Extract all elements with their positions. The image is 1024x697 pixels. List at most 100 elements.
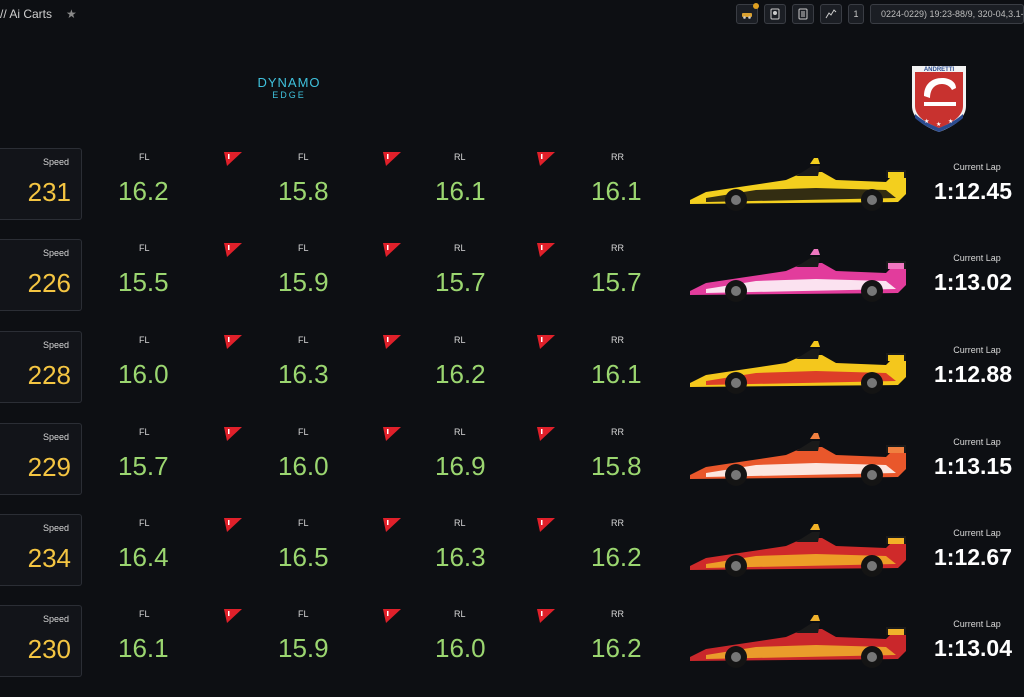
toolbar-right: 1 0224-0229) 19:23-88/9, 320-04,3.1-9(1	[736, 3, 1024, 24]
current-lap-time: 1:13.15	[934, 453, 1013, 479]
race-car-image	[690, 341, 906, 394]
tire-pressure-value: 16.5	[278, 542, 329, 572]
tire-pressure-value: 16.1	[118, 633, 169, 663]
warning-flag-icon[interactable]	[537, 518, 555, 532]
car-row[interactable]: Speed 226 FL 15.5 FL 15.9 RL 15.7 RR 15.7 Current …	[0, 239, 1024, 331]
current-lap-time: 1:12.67	[934, 544, 1013, 570]
tire-pressure-value: 15.5	[118, 267, 169, 297]
tire-pressure-value: 16.1	[435, 176, 486, 206]
tire-pressure-value: 16.0	[278, 451, 329, 481]
current-lap-label: Current Lap	[953, 437, 1001, 447]
speed-box: Speed 230	[0, 605, 82, 677]
warning-flag-icon[interactable]	[224, 427, 242, 441]
current-lap-time: 1:12.88	[934, 361, 1013, 387]
current-lap-label: Current Lap	[953, 619, 1001, 629]
car-row[interactable]: Speed 234 FL 16.4 FL 16.5 RL 16.3 RR 16.2 Current …	[0, 514, 1024, 606]
warning-flag-icon[interactable]	[224, 518, 242, 532]
race-car-image	[690, 158, 906, 211]
tire-label: FL	[298, 427, 309, 437]
document-button[interactable]	[792, 4, 814, 24]
speed-label: Speed	[42, 523, 69, 533]
car-row[interactable]: Speed 231 FL 16.2 FL 15.8 RL 16.1 RR 16.1 Current …	[0, 148, 1024, 240]
warning-flag-icon[interactable]	[537, 243, 555, 257]
race-car-image	[690, 615, 906, 668]
tire-pressure-value: 16.3	[278, 359, 329, 389]
tire-label: RR	[611, 518, 624, 528]
tire-pressure-value: 16.9	[435, 451, 486, 481]
current-lap-time: 1:12.45	[934, 178, 1013, 204]
tire-label: RR	[611, 152, 624, 162]
tire-pressure-value: 16.0	[435, 633, 486, 663]
warning-flag-icon[interactable]	[383, 518, 401, 532]
time-text: 0224-0229) 19:23-88/9, 320-04,3.1-9(1	[881, 9, 1024, 19]
speed-value: 234	[27, 543, 71, 573]
team-logo-text: ANDRETTI	[924, 67, 955, 73]
speed-box: Speed 234	[0, 514, 82, 586]
tire-label: FL	[139, 152, 150, 162]
current-lap-label: Current Lap	[953, 345, 1001, 355]
tire-label: RR	[611, 427, 624, 437]
tire-label: FL	[139, 335, 150, 345]
warning-flag-icon[interactable]	[383, 243, 401, 257]
current-lap-label: Current Lap	[953, 253, 1001, 263]
speed-value: 228	[27, 360, 71, 390]
warning-flag-icon[interactable]	[383, 609, 401, 623]
breadcrumb[interactable]: // Ai Carts	[0, 7, 52, 21]
speed-box: Speed 229	[0, 423, 82, 495]
tire-label: RL	[454, 518, 466, 528]
tire-label: FL	[298, 243, 309, 253]
warning-flag-icon[interactable]	[537, 427, 555, 441]
speed-label: Speed	[42, 614, 69, 624]
warning-flag-icon[interactable]	[537, 152, 555, 166]
speed-label: Speed	[42, 157, 69, 167]
car-row[interactable]: Speed 230 FL 16.1 FL 15.9 RL 16.0 RR 16.2 Current …	[0, 605, 1024, 697]
warning-flag-icon[interactable]	[383, 335, 401, 349]
tire-label: FL	[139, 243, 150, 253]
car-row[interactable]: Speed 229 FL 15.7 FL 16.0 RL 16.9 RR 15.8 Current …	[0, 423, 1024, 515]
speed-value: 229	[27, 452, 71, 482]
record-icon	[770, 8, 780, 20]
tire-label: FL	[298, 518, 309, 528]
svg-text:★: ★	[924, 118, 929, 125]
race-car-image	[690, 524, 906, 577]
speed-box: Speed 228	[0, 331, 82, 403]
warning-flag-icon[interactable]	[224, 609, 242, 623]
tire-label: FL	[298, 335, 309, 345]
tire-label: FL	[139, 427, 150, 437]
tire-pressure-value: 16.0	[118, 359, 169, 389]
record-button[interactable]	[764, 4, 786, 24]
race-car-image	[690, 249, 906, 302]
tire-pressure-value: 15.7	[118, 451, 169, 481]
warning-flag-icon[interactable]	[383, 427, 401, 441]
warning-flag-icon[interactable]	[224, 243, 242, 257]
tire-label: RR	[611, 243, 624, 253]
notifications-button[interactable]	[736, 3, 759, 24]
tire-label: FL	[298, 152, 309, 162]
warning-flag-icon[interactable]	[383, 152, 401, 166]
top-bar: // Ai Carts ★ 1 0224-0229) 19:23-88/9, 3…	[0, 0, 1024, 28]
tire-label: RL	[454, 243, 466, 253]
time-readout[interactable]: 0224-0229) 19:23-88/9, 320-04,3.1-9(1	[870, 4, 1024, 24]
tire-pressure-value: 15.9	[278, 267, 329, 297]
tire-pressure-value: 15.8	[591, 451, 642, 481]
sponsor-logo: DYNAMO EDGE	[252, 76, 326, 101]
warning-flag-icon[interactable]	[224, 152, 242, 166]
warning-flag-icon[interactable]	[537, 609, 555, 623]
tire-pressure-value: 15.9	[278, 633, 329, 663]
current-lap-label: Current Lap	[953, 162, 1001, 172]
car-alert-icon	[742, 13, 752, 19]
tire-pressure-value: 15.7	[435, 267, 486, 297]
layout-button[interactable]	[820, 4, 842, 24]
tire-label: RR	[611, 609, 624, 619]
count-badge[interactable]: 1	[848, 4, 864, 24]
favorite-star-icon[interactable]: ★	[66, 7, 77, 21]
car-row[interactable]: Speed 228 FL 16.0 FL 16.3 RL 16.2 RR 16.1 Current …	[0, 331, 1024, 423]
current-lap-label: Current Lap	[953, 528, 1001, 538]
current-lap-time: 1:13.02	[934, 269, 1013, 295]
current-lap-time: 1:13.04	[934, 635, 1013, 661]
warning-flag-icon[interactable]	[537, 335, 555, 349]
warning-flag-icon[interactable]	[224, 335, 242, 349]
speed-label: Speed	[42, 248, 69, 258]
race-car-image	[690, 433, 906, 486]
speed-label: Speed	[42, 340, 69, 350]
